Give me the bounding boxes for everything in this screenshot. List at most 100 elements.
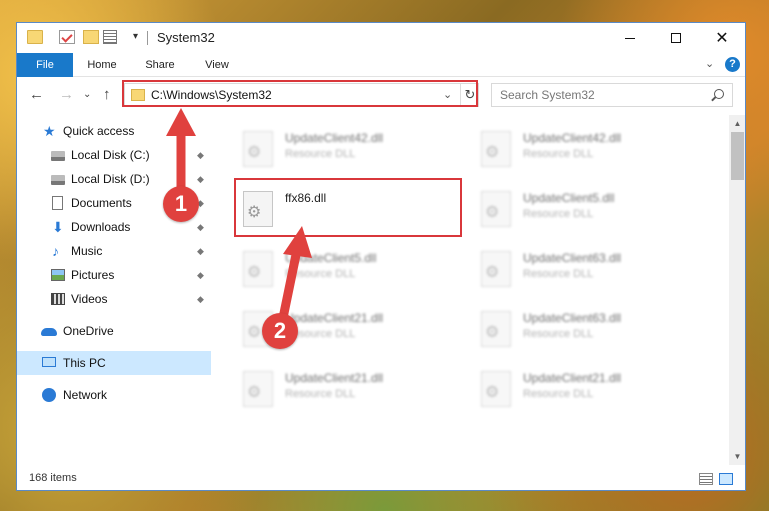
sidebar-item-onedrive[interactable]: OneDrive [17,319,211,343]
list-item[interactable]: UpdateClient5.dll Resource DLL [233,241,463,297]
list-item[interactable]: UpdateClient42.dll Resource DLL [233,121,463,177]
list-item[interactable]: UpdateClient42.dll Resource DLL [471,121,701,177]
scroll-thumb[interactable] [731,132,744,180]
callout-1: 1 [163,186,199,222]
documents-icon [52,196,63,210]
search-placeholder: Search System32 [500,88,595,102]
list-item[interactable]: UpdateClient63.dll Resource DLL [471,241,701,297]
downloads-icon: ⬇ [52,219,64,235]
tab-share[interactable]: Share [131,53,189,77]
search-input[interactable]: Search System32 [491,83,733,107]
quick-access-dropdown-icon[interactable]: ▾ [133,31,138,42]
list-item[interactable]: UpdateClient21.dll Resource DLL [471,361,701,417]
window-title: System32 [157,30,215,45]
file-type: Resource DLL [285,148,356,160]
details-view-icon[interactable] [699,473,713,485]
back-button[interactable]: ← [29,86,44,103]
forward-button[interactable]: → [59,86,74,103]
pin-icon: ◆ [197,174,204,184]
title-bar: ▾ System32 ✕ [17,23,745,53]
new-folder-icon[interactable] [83,30,99,44]
ribbon-tabs: File Home Share View ⌄ ? [17,53,745,77]
dll-file-icon [481,371,511,407]
dll-file-icon [243,131,273,167]
sidebar-item-quick-access[interactable]: ★ Quick access [17,119,211,143]
videos-icon [51,293,65,305]
customize-icon[interactable] [103,30,117,44]
dll-file-icon [481,131,511,167]
pictures-icon [51,269,65,281]
sidebar-item-this-pc[interactable]: This PC [17,351,211,375]
status-bar: 168 items [17,467,745,490]
file-name: UpdateClient5.dll [285,251,377,265]
minimize-button[interactable] [607,23,653,53]
maximize-button[interactable] [653,23,699,53]
dll-file-icon [481,191,511,227]
dll-file-icon [481,251,511,287]
sidebar-item-network[interactable]: Network [17,383,211,407]
navigation-pane: ★ Quick access Local Disk (C:) ◆ Local D… [17,115,211,465]
file-name: UpdateClient42.dll [523,131,622,145]
up-button[interactable]: ↑ [103,86,111,103]
sidebar-item-local-disk-c[interactable]: Local Disk (C:) ◆ [17,143,211,167]
sidebar-item-label: Music [71,244,103,258]
file-type: Resource DLL [523,208,594,220]
search-icon [714,89,724,99]
maximize-icon [671,33,681,43]
properties-check-icon[interactable] [59,30,75,44]
sidebar-item-label: Pictures [71,268,115,282]
sidebar-item-label: Local Disk (D:) [71,172,150,186]
file-type: Resource DLL [523,148,594,160]
dll-file-icon [243,371,273,407]
network-icon [42,388,56,402]
file-type: Resource DLL [523,388,594,400]
large-icons-view-icon[interactable] [719,473,733,485]
file-list: UpdateClient42.dll Resource DLL UpdateCl… [213,115,731,465]
onedrive-icon [41,328,57,336]
file-name: UpdateClient21.dll [285,311,384,325]
sidebar-item-label: Documents [71,196,132,210]
list-item[interactable]: UpdateClient5.dll Resource DLL [471,181,701,237]
minimize-icon [625,37,635,39]
sidebar-item-label: Quick access [63,124,135,138]
scroll-down-icon[interactable]: ▼ [729,448,745,465]
address-highlight-box [122,80,478,107]
file-type: Resource DLL [523,328,594,340]
tab-view[interactable]: View [189,53,245,77]
help-icon[interactable]: ? [725,57,740,72]
close-button[interactable]: ✕ [699,23,745,53]
dll-file-icon [481,311,511,347]
list-item[interactable]: UpdateClient21.dll Resource DLL [233,361,463,417]
sidebar-item-label: This PC [63,356,106,370]
recent-locations-icon[interactable]: ⌄ [83,89,91,100]
scroll-up-icon[interactable]: ▲ [729,115,745,132]
sidebar-item-music[interactable]: ♪ Music ◆ [17,239,211,263]
sidebar-item-videos[interactable]: Videos ◆ [17,287,211,311]
pin-icon: ◆ [197,270,204,280]
file-name: UpdateClient42.dll [285,131,384,145]
file-name: UpdateClient21.dll [285,371,384,385]
folder-icon[interactable] [27,30,43,44]
pin-icon: ◆ [197,150,204,160]
tab-home[interactable]: Home [73,53,131,77]
pin-icon: ◆ [197,222,204,232]
sidebar-item-label: OneDrive [63,324,114,338]
pc-icon [42,357,56,367]
vertical-scrollbar[interactable]: ▲ ▼ [729,115,745,465]
title-separator [147,31,148,45]
pin-icon: ◆ [197,246,204,256]
file-type: Resource DLL [285,268,356,280]
tab-file[interactable]: File [17,53,73,77]
item-count: 168 items [29,472,77,484]
sidebar-item-label: Network [63,388,108,402]
file-name: UpdateClient63.dll [523,251,622,265]
file-name: UpdateClient5.dll [523,191,615,205]
pin-icon: ◆ [197,294,204,304]
sidebar-item-label: Downloads [71,220,131,234]
callout-2: 2 [262,313,298,349]
ribbon-expand-icon[interactable]: ⌄ [705,57,714,70]
file-highlight-box [234,178,462,237]
sidebar-item-pictures[interactable]: Pictures ◆ [17,263,211,287]
list-item[interactable]: UpdateClient63.dll Resource DLL [471,301,701,357]
disk-icon [51,175,65,185]
